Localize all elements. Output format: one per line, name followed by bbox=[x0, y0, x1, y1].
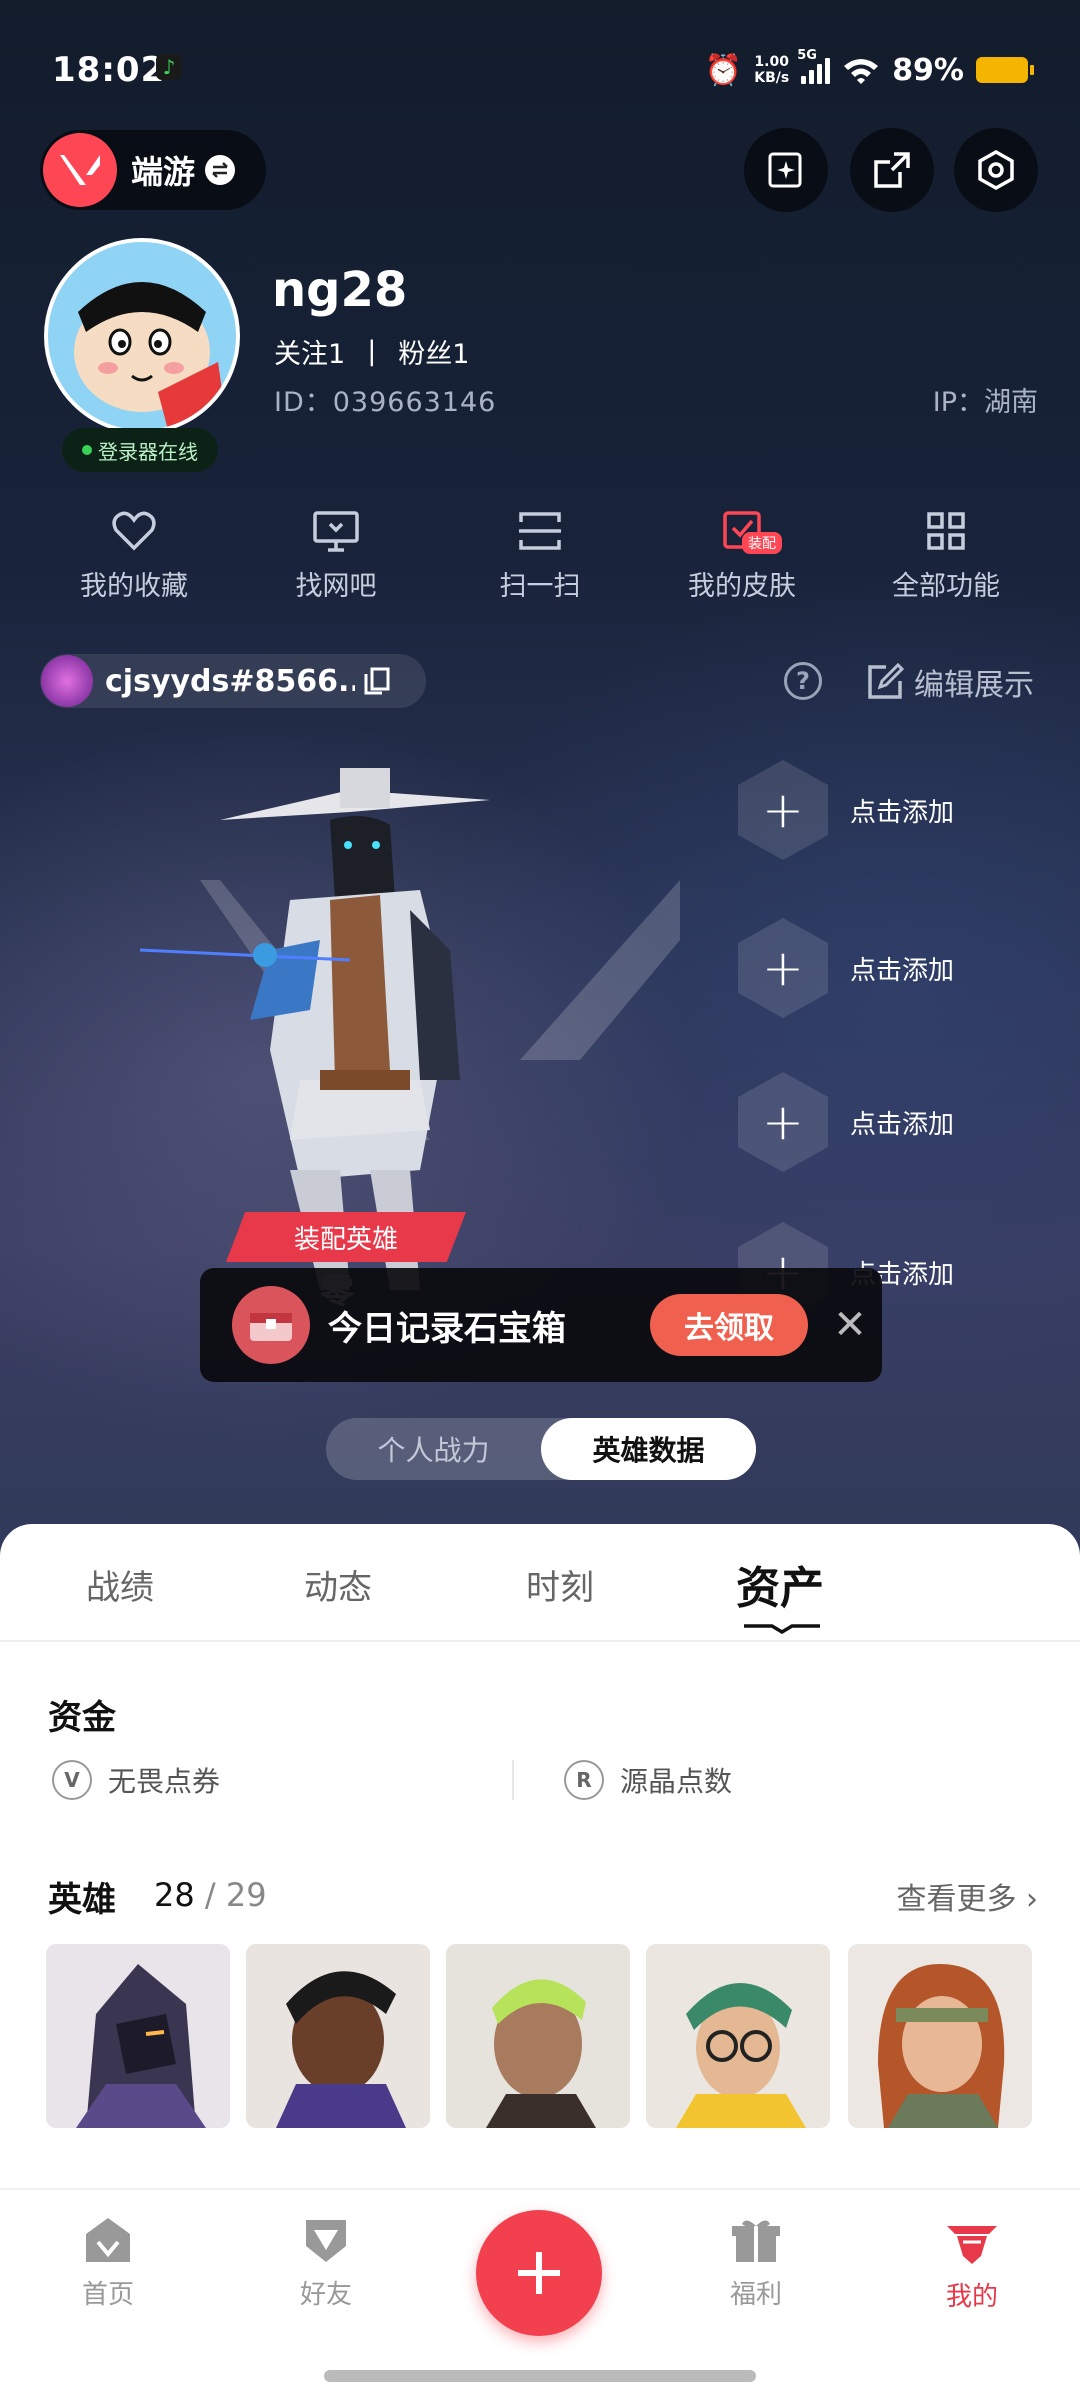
create-post-button[interactable] bbox=[476, 2210, 602, 2336]
heroes-count: 28 / 29 bbox=[154, 1876, 267, 1914]
network-speed: 1.00 KB/s bbox=[754, 54, 790, 86]
scan-icon bbox=[519, 512, 561, 550]
settings-button[interactable] bbox=[954, 128, 1038, 212]
equip-hero-tag: 装配英雄 bbox=[226, 1212, 466, 1262]
valorant-logo-icon bbox=[43, 133, 117, 207]
copy-icon[interactable] bbox=[363, 666, 391, 696]
settings-hex-icon bbox=[978, 149, 1014, 191]
daily-chest-banner[interactable]: 今日记录石宝箱 去领取 ✕ bbox=[200, 1268, 882, 1382]
share-button[interactable] bbox=[850, 128, 934, 212]
see-more-link[interactable]: 查看更多 › bbox=[896, 1874, 1038, 1918]
status-bar: 18:02 ♪ ⏰ 1.00 KB/s 5G 89% bbox=[0, 40, 1080, 100]
online-dot-icon bbox=[82, 445, 92, 455]
home-indicator[interactable] bbox=[324, 2370, 756, 2382]
valorant-points-icon: V bbox=[52, 1760, 92, 1800]
hero-card[interactable] bbox=[646, 1944, 830, 2128]
avatar-image bbox=[48, 242, 236, 430]
player-card-icon bbox=[41, 655, 93, 707]
nav-profile[interactable]: 我的 bbox=[902, 2216, 1042, 2313]
quick-action-all-features[interactable]: 全部功能 bbox=[856, 510, 1036, 620]
skin-badge: 装配 bbox=[742, 532, 782, 554]
nav-friends[interactable]: 好友 bbox=[256, 2216, 396, 2311]
game-switcher[interactable]: 端游 bbox=[40, 130, 266, 210]
add-slot-1[interactable]: + 点击添加 bbox=[738, 760, 1058, 860]
hero-card[interactable] bbox=[46, 1944, 230, 2128]
plus-icon: + bbox=[738, 760, 828, 860]
segment-personal-power[interactable]: 个人战力 bbox=[326, 1418, 541, 1480]
tab-moments[interactable]: 时刻 bbox=[526, 1560, 594, 1609]
edit-icon bbox=[868, 663, 904, 699]
wifi-icon bbox=[844, 59, 879, 84]
tab-indicator bbox=[744, 1624, 820, 1634]
plus-icon: + bbox=[738, 1072, 828, 1172]
bottom-navigation: 首页 好友 福利 我的 bbox=[0, 2188, 1080, 2400]
stats-segmented-control: 个人战力 英雄数据 bbox=[326, 1418, 756, 1480]
radianite-icon: R bbox=[564, 1760, 604, 1800]
segment-hero-data[interactable]: 英雄数据 bbox=[541, 1418, 756, 1480]
game-name: 端游 bbox=[131, 153, 196, 191]
ip-location: IP：湖南 bbox=[932, 387, 1038, 418]
close-icon[interactable]: ✕ bbox=[820, 1294, 880, 1356]
cellular-signal-icon: 5G bbox=[797, 48, 831, 84]
heroes-title: 英雄 bbox=[48, 1880, 116, 1920]
treasure-chest-icon bbox=[232, 1286, 310, 1364]
swap-icon bbox=[205, 155, 236, 185]
claim-button[interactable]: 去领取 bbox=[650, 1294, 808, 1356]
tab-record[interactable]: 战绩 bbox=[86, 1560, 154, 1609]
quick-action-scan[interactable]: 扫一扫 bbox=[450, 510, 630, 620]
hero-card[interactable] bbox=[848, 1944, 1032, 2128]
tab-assets[interactable]: 资产 bbox=[736, 1552, 824, 1616]
online-status-badge: 登录器在线 bbox=[62, 428, 218, 472]
nav-welfare[interactable]: 福利 bbox=[686, 2216, 826, 2311]
add-card-button[interactable] bbox=[744, 128, 828, 212]
monitor-icon bbox=[313, 511, 359, 552]
quick-action-skins[interactable]: 装配 我的皮肤 bbox=[652, 510, 832, 620]
add-slot-3[interactable]: + 点击添加 bbox=[738, 1072, 1058, 1172]
plus-icon: + bbox=[738, 918, 828, 1018]
help-icon[interactable]: ? bbox=[784, 662, 822, 700]
player-tag-pill[interactable]: cjsyyds#8566... bbox=[40, 654, 426, 708]
quick-action-find-netcafe[interactable]: 找网吧 bbox=[246, 510, 426, 620]
fund-radianite-points[interactable]: V 无畏点券 bbox=[52, 1760, 220, 1800]
home-icon bbox=[86, 2218, 130, 2262]
follow-stats: 关注1 | 粉丝1 bbox=[274, 332, 469, 371]
grid-icon bbox=[927, 512, 965, 550]
battery-icon bbox=[976, 57, 1034, 83]
nav-home[interactable]: 首页 bbox=[38, 2216, 178, 2311]
quick-action-favorites[interactable]: 我的收藏 bbox=[44, 510, 224, 620]
friends-icon bbox=[306, 2220, 346, 2262]
followers-count[interactable]: 粉丝1 bbox=[398, 332, 469, 371]
card-sparkle-icon bbox=[768, 152, 802, 188]
music-notification-icon: ♪ bbox=[156, 54, 182, 80]
funds-title: 资金 bbox=[48, 1698, 116, 1738]
battery-percent: 89% bbox=[892, 52, 964, 88]
stats-divider: | bbox=[367, 336, 377, 367]
hero-card[interactable] bbox=[246, 1944, 430, 2128]
tab-feed[interactable]: 动态 bbox=[304, 1560, 372, 1609]
heart-icon bbox=[112, 511, 156, 551]
content-tabs: 战绩 动态 时刻 资产 bbox=[0, 1524, 1080, 1642]
profile-agent-icon bbox=[947, 2226, 997, 2264]
player-tag: cjsyyds#8566... bbox=[105, 663, 355, 699]
gift-icon bbox=[732, 2220, 780, 2262]
avatar[interactable] bbox=[44, 238, 240, 434]
share-icon bbox=[874, 152, 910, 188]
add-slot-2[interactable]: + 点击添加 bbox=[738, 918, 1058, 1018]
edit-showcase-button[interactable]: 编辑展示 bbox=[866, 660, 1034, 704]
username: ng28 bbox=[272, 262, 408, 318]
chest-banner-text: 今日记录石宝箱 bbox=[328, 1308, 566, 1349]
hero-card[interactable] bbox=[446, 1944, 630, 2128]
fund-radianite[interactable]: R 源晶点数 bbox=[564, 1760, 732, 1800]
clock: 18:02 bbox=[52, 50, 166, 90]
chevron-right-icon: › bbox=[1026, 1882, 1038, 1917]
user-id: ID：039663146 bbox=[274, 387, 497, 418]
following-count[interactable]: 关注1 bbox=[274, 332, 345, 371]
funds-divider bbox=[512, 1760, 514, 1800]
plus-icon bbox=[518, 2252, 560, 2294]
alarm-icon: ⏰ bbox=[704, 52, 743, 88]
